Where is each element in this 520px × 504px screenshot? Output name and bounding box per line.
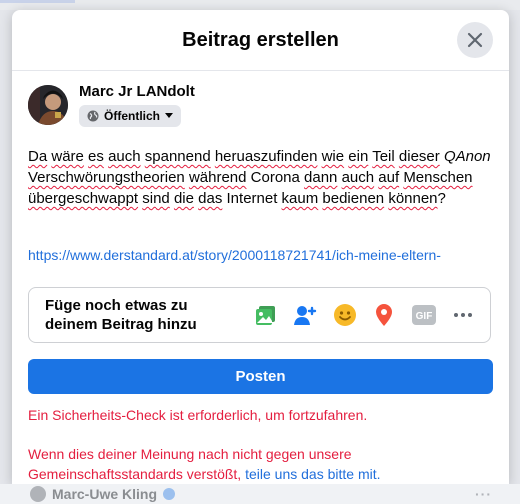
peek-avatar <box>30 486 46 502</box>
dialog-title: Beitrag erstellen <box>182 29 339 51</box>
feeling-button[interactable] <box>331 301 359 329</box>
close-button[interactable] <box>457 22 493 58</box>
tag-people-icon <box>294 306 317 325</box>
misspelled-word: Teil <box>372 148 395 165</box>
feeling-icon <box>334 304 356 326</box>
globe-icon <box>87 110 99 122</box>
check-in-icon <box>376 304 392 326</box>
background-post-peek: Marc-Uwe Kling ··· <box>0 484 520 504</box>
gif-button[interactable]: GIF <box>410 301 438 329</box>
post-link-preview[interactable]: https://www.derstandard.at/story/2000118… <box>28 245 493 271</box>
misspelled-word: heruaszufinden <box>214 148 318 165</box>
misspelled-word: während <box>188 169 247 186</box>
audience-label: Öffentlich <box>104 109 160 123</box>
more-options-button[interactable] <box>449 301 477 329</box>
photo-video-button[interactable] <box>252 301 280 329</box>
svg-text:GIF: GIF <box>416 311 433 322</box>
author-name: Marc Jr LANdolt <box>79 83 195 100</box>
misspelled-word: Verschwörungstheorien <box>28 169 185 186</box>
audience-selector[interactable]: Öffentlich <box>79 105 181 127</box>
create-post-dialog: Beitrag erstellen Marc Jr LANdolt Öffent… <box>12 10 509 484</box>
security-check-error: Ein Sicherheits-Check ist erforderlich, … <box>28 407 368 423</box>
misspelled-word: auch <box>341 169 375 186</box>
misspelled-word: bedienen <box>322 190 385 207</box>
background-tab-indicator <box>0 0 75 3</box>
add-to-post-label: Füge noch etwas zu deinem Beitrag hinzu <box>45 297 197 333</box>
gif-icon: GIF <box>412 305 436 325</box>
policy-notice: Wenn dies deiner Meinung nach nicht gege… <box>28 444 493 484</box>
peek-more-icon: ··· <box>475 486 492 502</box>
misspelled-word: wie <box>321 148 345 165</box>
post-button[interactable]: Posten <box>28 359 493 394</box>
more-options-icon <box>454 313 472 317</box>
add-to-post-box: Füge noch etwas zu deinem Beitrag hinzu <box>28 287 491 343</box>
post-text-segment: Corona <box>246 169 305 186</box>
post-text-segment: QAnon <box>443 148 491 165</box>
close-icon <box>467 32 483 48</box>
misspelled-word: sind <box>142 190 170 207</box>
verified-icon <box>163 488 176 500</box>
misspelled-word: Da <box>28 148 48 165</box>
photo-video-icon <box>256 306 275 325</box>
misspelled-word: wäre <box>51 148 84 165</box>
misspelled-word: es <box>88 148 104 165</box>
misspelled-word: dann <box>304 169 338 186</box>
misspelled-word: ein <box>348 148 369 165</box>
post-text-input[interactable]: Da wäre es auch spannend heruaszufinden … <box>28 146 493 209</box>
misspelled-word: das <box>198 190 223 207</box>
dialog-header: Beitrag erstellen <box>12 10 509 71</box>
misspelled-word: die <box>173 190 194 207</box>
peek-author-name: Marc-Uwe Kling <box>52 486 158 502</box>
check-in-button[interactable] <box>370 301 398 329</box>
avatar <box>28 85 68 125</box>
post-text-segment: Internet <box>222 190 282 207</box>
background-feed <box>0 0 520 10</box>
post-text-segment: ? <box>437 190 446 207</box>
misspelled-word: dieser <box>398 148 440 165</box>
report-link[interactable]: teile uns das bitte mit. <box>245 466 380 482</box>
caret-down-icon <box>165 113 173 118</box>
misspelled-word: auf <box>378 169 400 186</box>
profile-picture <box>28 85 68 125</box>
misspelled-word: auch <box>108 148 141 165</box>
misspelled-word: Menschen <box>403 169 473 186</box>
tag-people-button[interactable] <box>291 301 319 329</box>
misspelled-word: können <box>388 190 438 207</box>
misspelled-word: übergeschwappt <box>28 190 139 207</box>
misspelled-word: kaum <box>281 190 319 207</box>
misspelled-word: spannend <box>144 148 211 165</box>
